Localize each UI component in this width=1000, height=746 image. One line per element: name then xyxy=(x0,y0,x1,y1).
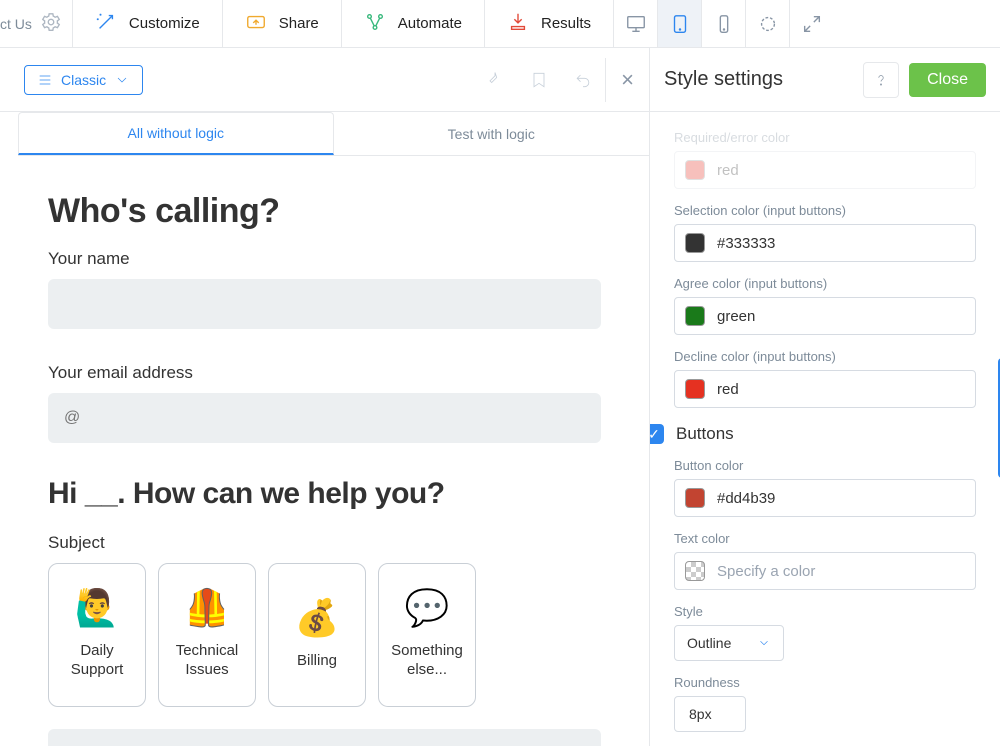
select-style[interactable]: Outline xyxy=(674,625,784,661)
gear-icon[interactable] xyxy=(40,11,62,36)
device-desktop-button[interactable] xyxy=(614,0,658,47)
chevron-down-icon xyxy=(757,636,771,650)
buttons-section-toggle[interactable]: ✓ Buttons xyxy=(650,424,976,444)
card-label: Billing xyxy=(291,652,343,671)
swatch-button-color xyxy=(685,488,705,508)
panel-title: Style settings xyxy=(664,68,783,91)
value-decline-color: red xyxy=(717,381,739,398)
form-name-fragment: ct Us xyxy=(0,16,32,32)
form-canvas: Who's calling? Your name Your email addr… xyxy=(0,156,649,746)
label-email: Your email address xyxy=(48,363,601,383)
tool-undo-icon[interactable] xyxy=(561,58,605,102)
swatch-required xyxy=(685,160,705,180)
field-button-color[interactable]: #dd4b39 xyxy=(674,479,976,517)
device-tablet-button[interactable] xyxy=(658,0,702,47)
share-icon xyxy=(245,11,267,36)
tool-brush-icon[interactable] xyxy=(473,58,517,102)
swatch-transparent xyxy=(685,561,705,581)
label-agree-color: Agree color (input buttons) xyxy=(674,276,976,291)
placeholder-text-color: Specify a color xyxy=(717,563,815,580)
list-icon xyxy=(37,72,53,88)
view-mode-dropdown[interactable]: Classic xyxy=(24,65,143,95)
help-button[interactable] xyxy=(863,62,899,98)
tab-results[interactable]: Results xyxy=(485,0,614,47)
tab-share[interactable]: Share xyxy=(223,0,342,47)
close-panel-button[interactable]: Close xyxy=(909,63,986,97)
tab-all-without-logic[interactable]: All without logic xyxy=(18,112,334,155)
logic-tabs: All without logic Test with logic xyxy=(18,112,649,156)
card-label: Technical Issues xyxy=(159,642,255,680)
emoji-icon: 🙋‍♂️ xyxy=(75,590,120,626)
input-subject-text[interactable] xyxy=(48,729,601,746)
help-icon xyxy=(872,71,890,89)
swatch-decline xyxy=(685,379,705,399)
emoji-icon: 💰 xyxy=(295,600,340,636)
tab-automate[interactable]: Automate xyxy=(342,0,485,47)
chevron-down-icon xyxy=(114,72,130,88)
input-your-name[interactable] xyxy=(48,279,601,329)
label-roundness: Roundness xyxy=(674,675,976,690)
select-style-value: Outline xyxy=(687,635,731,651)
card-billing[interactable]: 💰 Billing xyxy=(268,563,366,707)
wand-icon xyxy=(95,11,117,36)
field-selection-color[interactable]: #333333 xyxy=(674,224,976,262)
close-editor-button[interactable]: × xyxy=(605,58,649,102)
refresh-button[interactable] xyxy=(746,0,790,47)
expand-button[interactable] xyxy=(790,0,834,47)
heading-whos-calling: Who's calling? xyxy=(48,192,601,231)
topbar-left-truncated: ct Us xyxy=(0,0,73,47)
swatch-selection xyxy=(685,233,705,253)
tab-automate-label: Automate xyxy=(398,15,462,32)
swatch-agree xyxy=(685,306,705,326)
card-something-else[interactable]: 💬 Something else... xyxy=(378,563,476,707)
tool-bookmark-icon[interactable] xyxy=(517,58,561,102)
subject-card-grid: 🙋‍♂️ Daily Support 🦺 Technical Issues 💰 … xyxy=(48,563,601,707)
emoji-icon: 💬 xyxy=(405,590,450,626)
label-decline-color: Decline color (input buttons) xyxy=(674,349,976,364)
field-decline-color[interactable]: red xyxy=(674,370,976,408)
results-icon xyxy=(507,11,529,36)
tab-results-label: Results xyxy=(541,15,591,32)
value-button-color: #dd4b39 xyxy=(717,490,775,507)
tab-customize-label: Customize xyxy=(129,15,200,32)
field-agree-color[interactable]: green xyxy=(674,297,976,335)
field-text-color[interactable]: Specify a color xyxy=(674,552,976,590)
editor-subheader: Classic × xyxy=(0,48,649,112)
device-phone-button[interactable] xyxy=(702,0,746,47)
label-button-color: Button color xyxy=(674,458,976,473)
input-email[interactable] xyxy=(48,393,601,443)
card-label: Daily Support xyxy=(49,642,145,680)
tab-test-with-logic[interactable]: Test with logic xyxy=(334,112,650,155)
value-selection-color: #333333 xyxy=(717,235,775,252)
tab-share-label: Share xyxy=(279,15,319,32)
card-technical-issues[interactable]: 🦺 Technical Issues xyxy=(158,563,256,707)
checkbox-checked-icon: ✓ xyxy=(650,424,664,444)
heading-how-help: Hi __. How can we help you? xyxy=(48,477,601,511)
tab-customize[interactable]: Customize xyxy=(73,0,223,47)
input-roundness[interactable]: 8px xyxy=(674,696,746,732)
value-agree-color: green xyxy=(717,308,755,325)
label-style: Style xyxy=(674,604,976,619)
label-subject: Subject xyxy=(48,533,601,553)
label-text-color: Text color xyxy=(674,531,976,546)
label-selection-color: Selection color (input buttons) xyxy=(674,203,976,218)
emoji-icon: 🦺 xyxy=(185,590,230,626)
view-mode-label: Classic xyxy=(61,72,106,88)
buttons-section-label: Buttons xyxy=(676,424,734,444)
automate-icon xyxy=(364,11,386,36)
card-label: Something else... xyxy=(379,642,475,680)
top-toolbar: ct Us Customize Share Automate Results xyxy=(0,0,1000,48)
card-daily-support[interactable]: 🙋‍♂️ Daily Support xyxy=(48,563,146,707)
style-settings-panel: Style settings Close Required/error colo… xyxy=(650,48,1000,746)
required-error-color-row-faded: Required/error color red xyxy=(674,130,976,189)
label-your-name: Your name xyxy=(48,249,601,269)
